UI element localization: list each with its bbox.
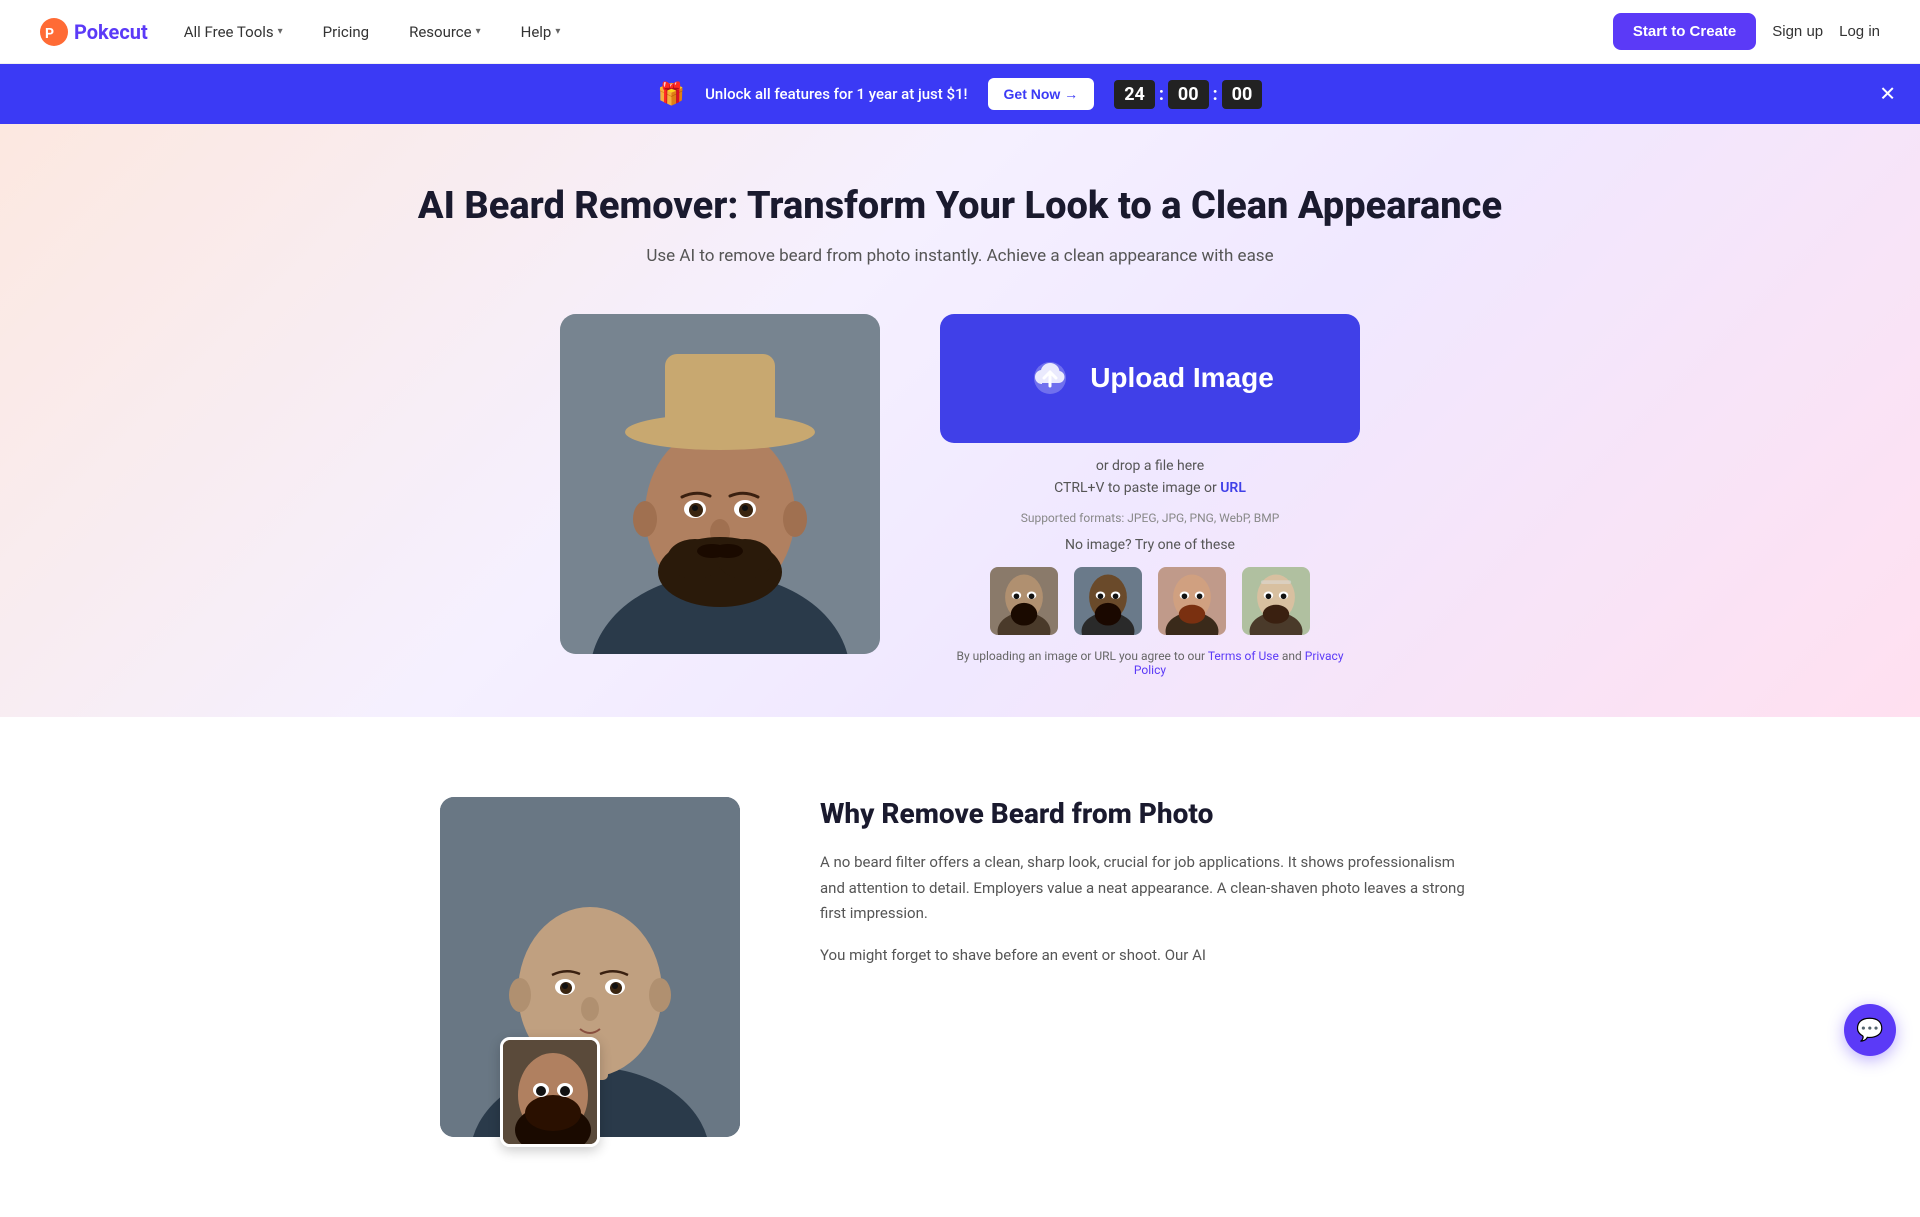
sample-images-row: [940, 565, 1360, 637]
lower-wrapper: Why Remove Beard from Photo A no beard f…: [0, 717, 1920, 1217]
nav-all-free-tools-label: All Free Tools: [184, 23, 274, 41]
chat-button[interactable]: 💬: [1844, 1004, 1896, 1056]
sample-label: No image? Try one of these: [940, 537, 1360, 553]
drop-text: or drop a file here: [1054, 455, 1246, 477]
url-link[interactable]: URL: [1220, 480, 1246, 496]
sign-up-button[interactable]: Sign up: [1772, 23, 1823, 40]
legal-text: By uploading an image or URL you agree t…: [940, 649, 1360, 677]
navbar: P Pokecut All Free Tools ▾ Pricing Resou…: [0, 0, 1920, 64]
get-now-button[interactable]: Get Now →: [988, 78, 1095, 110]
countdown-hours: 24: [1114, 80, 1155, 109]
countdown-seconds: 00: [1222, 80, 1263, 109]
svg-text:P: P: [45, 26, 54, 42]
upload-cloud-icon: [1026, 350, 1074, 407]
supported-formats: Supported formats: JPEG, JPG, PNG, WebP,…: [1021, 511, 1280, 525]
sample-image-1[interactable]: [988, 565, 1060, 637]
logo[interactable]: P Pokecut: [40, 18, 148, 46]
before-face-thumb-svg: [503, 1040, 600, 1147]
countdown-colon-1: :: [1159, 84, 1164, 105]
paste-text: CTRL+V to paste image or URL: [1054, 477, 1246, 499]
lower-para-2: You might forget to shave before an even…: [820, 943, 1480, 969]
hero-section: AI Beard Remover: Transform Your Look to…: [0, 124, 1920, 717]
nav-pricing[interactable]: Pricing: [319, 15, 373, 49]
hero-subtitle: Use AI to remove beard from photo instan…: [40, 246, 1880, 266]
countdown-timer: 24 : 00 : 00: [1114, 80, 1262, 109]
nav-help-label: Help: [521, 23, 552, 41]
navbar-right: Start to Create Sign up Log in: [1613, 13, 1880, 50]
banner-text: Unlock all features for 1 year at just $…: [705, 85, 967, 103]
nav-resource-label: Resource: [409, 23, 472, 41]
resource-chevron-icon: ▾: [476, 26, 481, 37]
nav-resource[interactable]: Resource ▾: [405, 15, 485, 49]
nav-pricing-label: Pricing: [323, 23, 369, 41]
lower-para-1: A no beard filter offers a clean, sharp …: [820, 850, 1480, 927]
cloud-upload-svg: [1026, 350, 1074, 398]
help-chevron-icon: ▾: [555, 26, 560, 37]
lower-section: Why Remove Beard from Photo A no beard f…: [360, 737, 1560, 1197]
upload-sub-text: or drop a file here CTRL+V to paste imag…: [1054, 455, 1246, 500]
logo-icon: P: [40, 18, 68, 46]
navbar-left: P Pokecut All Free Tools ▾ Pricing Resou…: [40, 15, 564, 49]
upload-image-button[interactable]: Upload Image: [940, 314, 1360, 443]
sample-image-4[interactable]: [1240, 565, 1312, 637]
gift-icon: 🎁: [658, 82, 685, 107]
beard-man-image: [560, 314, 880, 654]
all-free-tools-chevron-icon: ▾: [278, 26, 283, 37]
terms-of-use-link[interactable]: Terms of Use: [1208, 649, 1279, 663]
hero-example-image: [560, 314, 880, 654]
countdown-minutes: 00: [1168, 80, 1209, 109]
logo-text: Pokecut: [74, 20, 148, 44]
logo-highlight: P: [74, 20, 87, 44]
lower-image-wrap: [440, 797, 760, 1137]
promo-banner: 🎁 Unlock all features for 1 year at just…: [0, 64, 1920, 124]
upload-area: Upload Image or drop a file here CTRL+V …: [940, 314, 1360, 678]
log-in-button[interactable]: Log in: [1839, 23, 1880, 40]
main-content: Upload Image or drop a file here CTRL+V …: [360, 314, 1560, 678]
sample-section: No image? Try one of these: [940, 537, 1360, 637]
start-to-create-button[interactable]: Start to Create: [1613, 13, 1756, 50]
banner-close-button[interactable]: ✕: [1879, 82, 1896, 107]
countdown-colon-2: :: [1213, 84, 1218, 105]
nav-help[interactable]: Help ▾: [517, 15, 565, 49]
chat-icon: 💬: [1856, 1017, 1883, 1043]
nav-all-free-tools[interactable]: All Free Tools ▾: [180, 15, 287, 49]
upload-image-label: Upload Image: [1090, 362, 1274, 394]
sample-image-3[interactable]: [1156, 565, 1228, 637]
sample-image-2[interactable]: [1072, 565, 1144, 637]
before-image-thumb: [500, 1037, 600, 1147]
lower-text: Why Remove Beard from Photo A no beard f…: [820, 797, 1480, 984]
hero-title: AI Beard Remover: Transform Your Look to…: [40, 184, 1880, 230]
lower-title: Why Remove Beard from Photo: [820, 797, 1480, 830]
